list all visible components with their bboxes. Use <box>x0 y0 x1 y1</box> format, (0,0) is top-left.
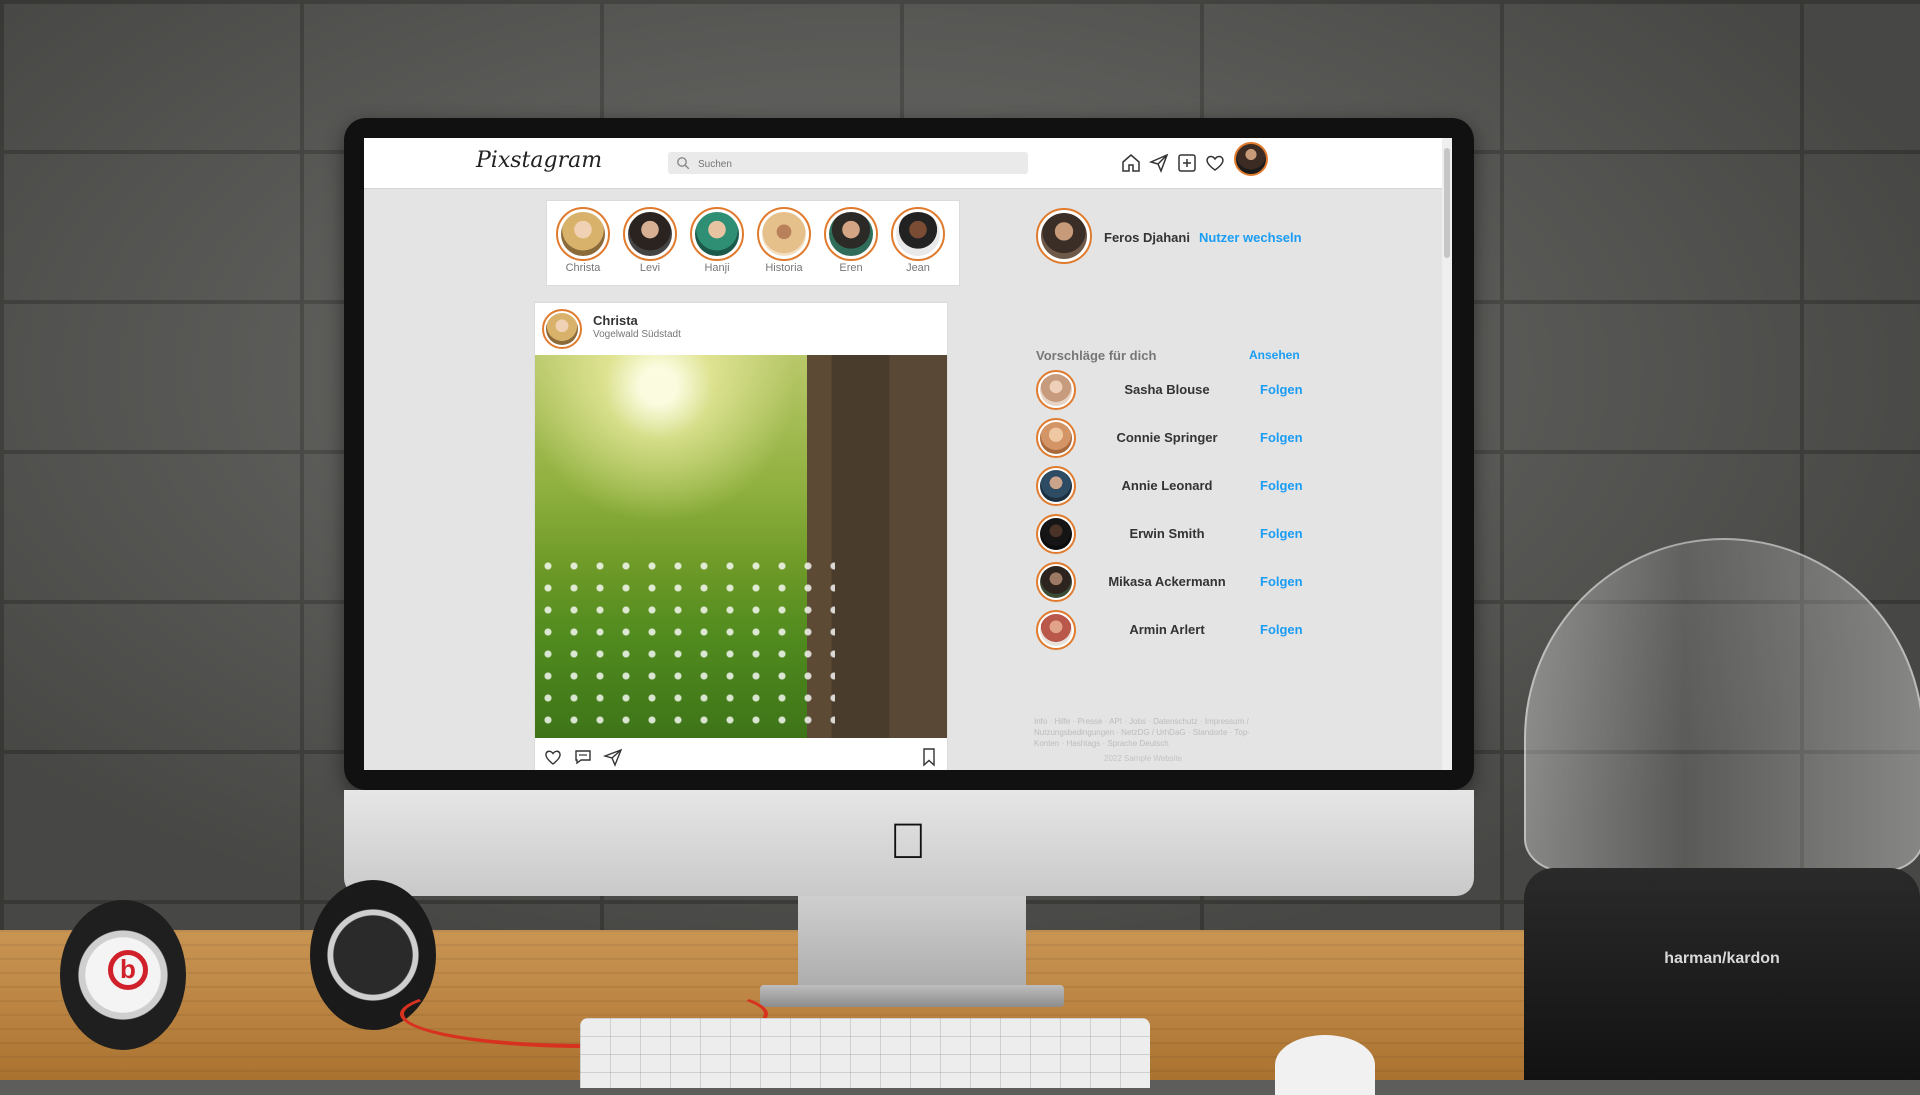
search-input[interactable] <box>696 154 1020 174</box>
suggestion-name[interactable]: Sasha Blouse <box>1092 382 1242 397</box>
app-logo[interactable]: Pixstagram <box>476 148 602 173</box>
follow-button[interactable]: Folgen <box>1260 574 1303 589</box>
story-avatar <box>896 212 940 256</box>
suggestion-name[interactable]: Annie Leonard <box>1092 478 1242 493</box>
suggestion-avatar[interactable] <box>1036 610 1076 650</box>
headphones: b <box>60 880 440 1080</box>
story-avatar <box>695 212 739 256</box>
footer-links[interactable]: Info · Hilfe · Presse · API · Jobs · Dat… <box>1034 716 1274 749</box>
add-post-icon[interactable] <box>1176 152 1198 174</box>
story-ring <box>824 207 878 261</box>
imac-stand <box>798 896 1026 998</box>
post-username[interactable]: Christa <box>593 313 638 328</box>
story-ring <box>690 207 744 261</box>
speaker-base <box>1524 868 1920 1080</box>
story-avatar <box>762 212 806 256</box>
post-image-flowers <box>535 555 835 738</box>
suggestion-name[interactable]: Mikasa Ackermann <box>1092 574 1242 589</box>
story-avatar <box>829 212 873 256</box>
suggestion-row: Mikasa Ackermann Folgen <box>1036 562 1306 606</box>
heart-icon[interactable] <box>1204 152 1226 174</box>
suggestion-avatar[interactable] <box>1036 466 1076 506</box>
speaker-brand-label: harman/kardon <box>1664 950 1780 967</box>
post-actions <box>535 743 947 770</box>
share-icon[interactable] <box>603 747 623 767</box>
story-name: Hanji <box>704 262 730 274</box>
story-name: Historia <box>765 262 803 274</box>
bookmark-icon[interactable] <box>919 747 939 767</box>
suggestion-row: Connie Springer Folgen <box>1036 418 1306 462</box>
suggestion-name[interactable]: Armin Arlert <box>1092 622 1242 637</box>
story-ring <box>891 207 945 261</box>
story-item[interactable]: Hanji <box>688 207 746 274</box>
current-user-name[interactable]: Feros Djahani <box>1104 230 1190 245</box>
search-box[interactable] <box>668 152 1028 174</box>
like-heart-icon[interactable] <box>543 747 563 767</box>
apple-logo-icon:  <box>886 815 930 867</box>
comment-icon[interactable] <box>573 747 593 767</box>
keyboard <box>580 1018 1150 1088</box>
post-avatar-image <box>546 313 578 345</box>
story-ring <box>623 207 677 261</box>
current-user-avatar-image <box>1041 213 1087 259</box>
story-name: Eren <box>839 262 863 274</box>
follow-button[interactable]: Folgen <box>1260 478 1303 493</box>
suggestion-avatar[interactable] <box>1036 418 1076 458</box>
app-header: Pixstagram <box>364 138 1452 189</box>
search-icon <box>677 157 690 170</box>
story-name: Christa <box>565 262 601 274</box>
scrollbar-thumb[interactable] <box>1444 148 1450 258</box>
suggestion-avatar-image <box>1040 518 1072 550</box>
story-ring <box>556 207 610 261</box>
story-item[interactable]: Christa <box>554 207 612 274</box>
story-item[interactable]: Historia <box>755 207 813 274</box>
suggestion-avatar-image <box>1040 374 1072 406</box>
suggestion-avatar-image <box>1040 422 1072 454</box>
suggestion-name[interactable]: Connie Springer <box>1092 430 1242 445</box>
suggestion-row: Annie Leonard Folgen <box>1036 466 1306 510</box>
suggestion-avatar[interactable] <box>1036 370 1076 410</box>
screen: Pixstagram Suchen Christa Levi Hanji His… <box>364 138 1452 770</box>
post-location[interactable]: Vogelwald Südstadt <box>593 329 681 340</box>
suggestion-avatar[interactable] <box>1036 562 1076 602</box>
footer-copyright: 2022 Sample Website <box>1104 754 1183 763</box>
profile-avatar-button[interactable] <box>1234 142 1268 176</box>
headphone-cup-left: b <box>60 900 186 1050</box>
story-name: Jean <box>906 262 930 274</box>
follow-button[interactable]: Folgen <box>1260 526 1303 541</box>
post-avatar[interactable] <box>542 309 582 349</box>
suggestion-row: Erwin Smith Folgen <box>1036 514 1306 558</box>
suggestion-name[interactable]: Erwin Smith <box>1092 526 1242 541</box>
story-item[interactable]: Eren <box>822 207 880 274</box>
send-icon[interactable] <box>1148 152 1170 174</box>
suggestion-avatar-image <box>1040 566 1072 598</box>
home-icon[interactable] <box>1120 152 1142 174</box>
story-ring <box>757 207 811 261</box>
post-card: Christa Vogelwald Südstadt <box>534 302 948 770</box>
story-item[interactable]: Jean <box>889 207 947 274</box>
suggestion-row: Sasha Blouse Folgen <box>1036 370 1306 414</box>
follow-button[interactable]: Folgen <box>1260 622 1303 637</box>
suggestion-row: Armin Arlert Folgen <box>1036 610 1306 654</box>
follow-button[interactable]: Folgen <box>1260 382 1303 397</box>
suggestion-avatar-image <box>1040 470 1072 502</box>
post-image[interactable] <box>535 355 947 738</box>
stories-bar: Christa Levi Hanji Historia Eren Jean <box>546 200 960 286</box>
imac-foot <box>760 985 1064 1007</box>
mouse <box>1275 1035 1375 1095</box>
suggestion-avatar-image <box>1040 614 1072 646</box>
suggestion-avatar[interactable] <box>1036 514 1076 554</box>
story-avatar <box>561 212 605 256</box>
story-name: Levi <box>639 262 661 274</box>
follow-button[interactable]: Folgen <box>1260 430 1303 445</box>
suggestions-view-all-link[interactable]: Ansehen <box>1249 348 1300 362</box>
story-item[interactable]: Levi <box>621 207 679 274</box>
switch-user-link[interactable]: Nutzer wechseln <box>1199 230 1302 245</box>
current-user-avatar[interactable] <box>1036 208 1092 264</box>
story-avatar <box>628 212 672 256</box>
suggestions-title: Vorschläge für dich <box>1036 348 1157 363</box>
beats-logo-icon: b <box>108 950 148 990</box>
speaker: harman/kardon <box>1524 538 1920 1080</box>
speaker-dome <box>1524 538 1920 872</box>
